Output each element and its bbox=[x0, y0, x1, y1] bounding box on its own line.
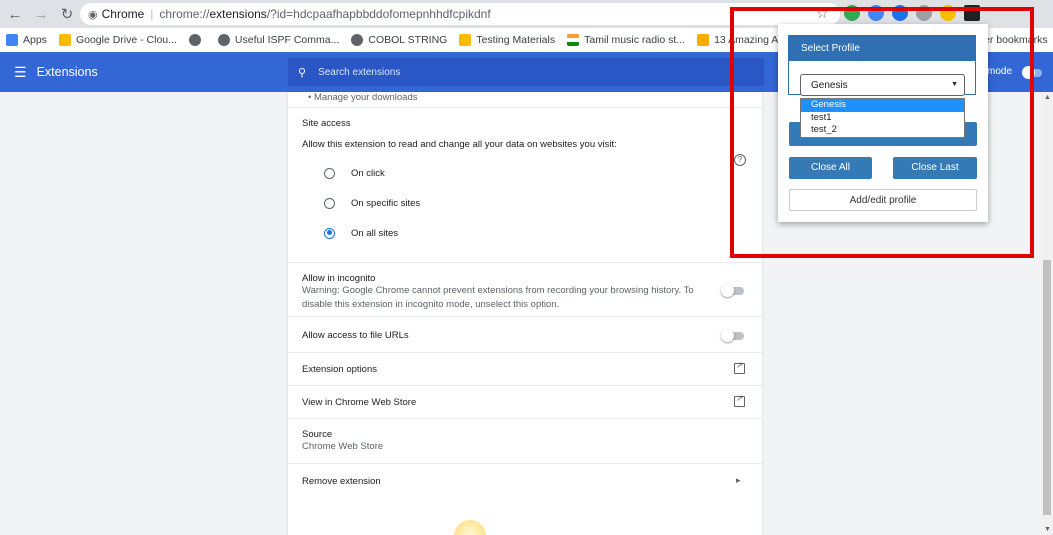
search-icon: ⚲ bbox=[298, 66, 307, 79]
site-icon bbox=[697, 34, 710, 46]
bookmark-label: Tamil music radio st... bbox=[584, 34, 686, 46]
open-in-new-icon[interactable] bbox=[734, 393, 745, 407]
search-input[interactable]: ⚲ Search extensions bbox=[288, 58, 764, 86]
bookmark-globe[interactable] bbox=[188, 34, 206, 46]
hamburger-menu-icon[interactable]: ☰ bbox=[14, 64, 27, 81]
web-store-label: View in Chrome Web Store bbox=[302, 397, 417, 408]
incognito-section: Allow in incognito Warning: Google Chrom… bbox=[288, 263, 762, 317]
file-urls-toggle[interactable] bbox=[721, 329, 744, 342]
radio-on-all-sites[interactable]: On all sites bbox=[324, 218, 748, 248]
bookmark-label: COBOL STRING bbox=[368, 34, 448, 46]
incognito-title: Allow in incognito bbox=[302, 273, 376, 284]
url-host: extensions bbox=[209, 7, 267, 21]
reload-icon[interactable]: ↻ bbox=[56, 3, 78, 25]
bookmark-cobol[interactable]: COBOL STRING bbox=[351, 34, 447, 46]
forward-arrow-icon[interactable]: → bbox=[30, 3, 52, 25]
radio-button[interactable] bbox=[324, 167, 335, 179]
chrome-site-icon: ◉ bbox=[88, 8, 98, 21]
radio-button[interactable] bbox=[324, 197, 335, 209]
radio-label: On click bbox=[351, 167, 385, 179]
url-text[interactable]: chrome://extensions/?id=hdcpaafhapbbddof… bbox=[159, 7, 490, 21]
back-arrow-icon[interactable]: ← bbox=[4, 3, 26, 25]
url-prefix: chrome:// bbox=[159, 7, 210, 21]
url-rest: /?id=hdcpaafhapbbddofomepnhhdfcpikdnf bbox=[266, 7, 491, 21]
globe-icon bbox=[217, 34, 230, 46]
extension-details-card: • Manage your downloads Site access Allo… bbox=[288, 92, 762, 535]
incognito-warning: Warning: Google Chrome cannot prevent ex… bbox=[302, 285, 694, 310]
source-section: Source Chrome Web Store bbox=[288, 419, 762, 464]
extension-options-row[interactable]: Extension options bbox=[288, 353, 762, 386]
file-urls-label: Allow access to file URLs bbox=[302, 330, 409, 341]
incognito-toggle[interactable] bbox=[721, 284, 744, 297]
globe-icon bbox=[188, 34, 201, 46]
site-access-section: Site access Allow this extension to read… bbox=[288, 108, 762, 263]
google-drive-icon bbox=[58, 34, 71, 46]
remove-extension-row[interactable]: Remove extension ▸ bbox=[288, 464, 762, 496]
bookmark-label: Useful ISPF Comma... bbox=[234, 34, 340, 46]
bookmark-testing[interactable]: Testing Materials bbox=[459, 34, 555, 46]
scrollbar-thumb[interactable] bbox=[1043, 260, 1051, 515]
apps-grid-icon bbox=[6, 34, 18, 46]
radio-label: On all sites bbox=[351, 227, 398, 239]
bookmark-ispf[interactable]: Useful ISPF Comma... bbox=[217, 34, 340, 46]
address-bar[interactable]: ◉ Chrome | chrome://extensions/?id=hdcpa… bbox=[80, 3, 840, 25]
file-urls-section: Allow access to file URLs bbox=[288, 317, 762, 353]
web-store-row[interactable]: View in Chrome Web Store bbox=[288, 386, 762, 419]
radio-button-checked[interactable] bbox=[324, 227, 335, 239]
permission-list-item: • Manage your downloads bbox=[288, 92, 762, 108]
radio-label: On specific sites bbox=[351, 197, 421, 209]
bookmark-label: Apps bbox=[23, 34, 47, 46]
scroll-up-icon[interactable]: ▲ bbox=[1044, 94, 1051, 101]
permission-text: Manage your downloads bbox=[313, 92, 418, 103]
bookmark-label: Google Drive - Clou... bbox=[75, 34, 177, 46]
url-separator: | bbox=[150, 7, 154, 21]
bookmark-google-drive[interactable]: Google Drive - Clou... bbox=[58, 34, 177, 46]
bookmark-label: Testing Materials bbox=[476, 34, 556, 46]
site-access-description: Allow this extension to read and change … bbox=[302, 139, 617, 150]
site-chip-label: Chrome bbox=[101, 7, 145, 21]
chevron-right-icon: ▸ bbox=[736, 475, 741, 485]
page-scrollbar[interactable]: ▲ ▼ bbox=[1041, 92, 1053, 535]
extension-options-label: Extension options bbox=[302, 364, 377, 375]
red-highlight-box bbox=[730, 7, 1034, 258]
remove-extension-label: Remove extension bbox=[302, 476, 381, 487]
site-access-title: Site access bbox=[302, 118, 351, 129]
bookmark-apps[interactable]: Apps bbox=[6, 34, 47, 46]
radio-on-click[interactable]: On click bbox=[324, 158, 748, 188]
source-value: Chrome Web Store bbox=[302, 441, 384, 452]
folder-icon bbox=[459, 34, 472, 46]
scroll-down-icon[interactable]: ▼ bbox=[1044, 526, 1051, 533]
source-title: Source bbox=[302, 429, 333, 440]
flag-icon bbox=[567, 34, 580, 46]
open-in-new-icon[interactable] bbox=[734, 360, 745, 374]
bookmark-tamil[interactable]: Tamil music radio st... bbox=[567, 34, 685, 46]
globe-icon bbox=[351, 34, 364, 46]
page-title: Extensions bbox=[36, 65, 98, 79]
radio-on-specific-sites[interactable]: On specific sites bbox=[324, 188, 748, 218]
search-placeholder: Search extensions bbox=[318, 66, 401, 78]
